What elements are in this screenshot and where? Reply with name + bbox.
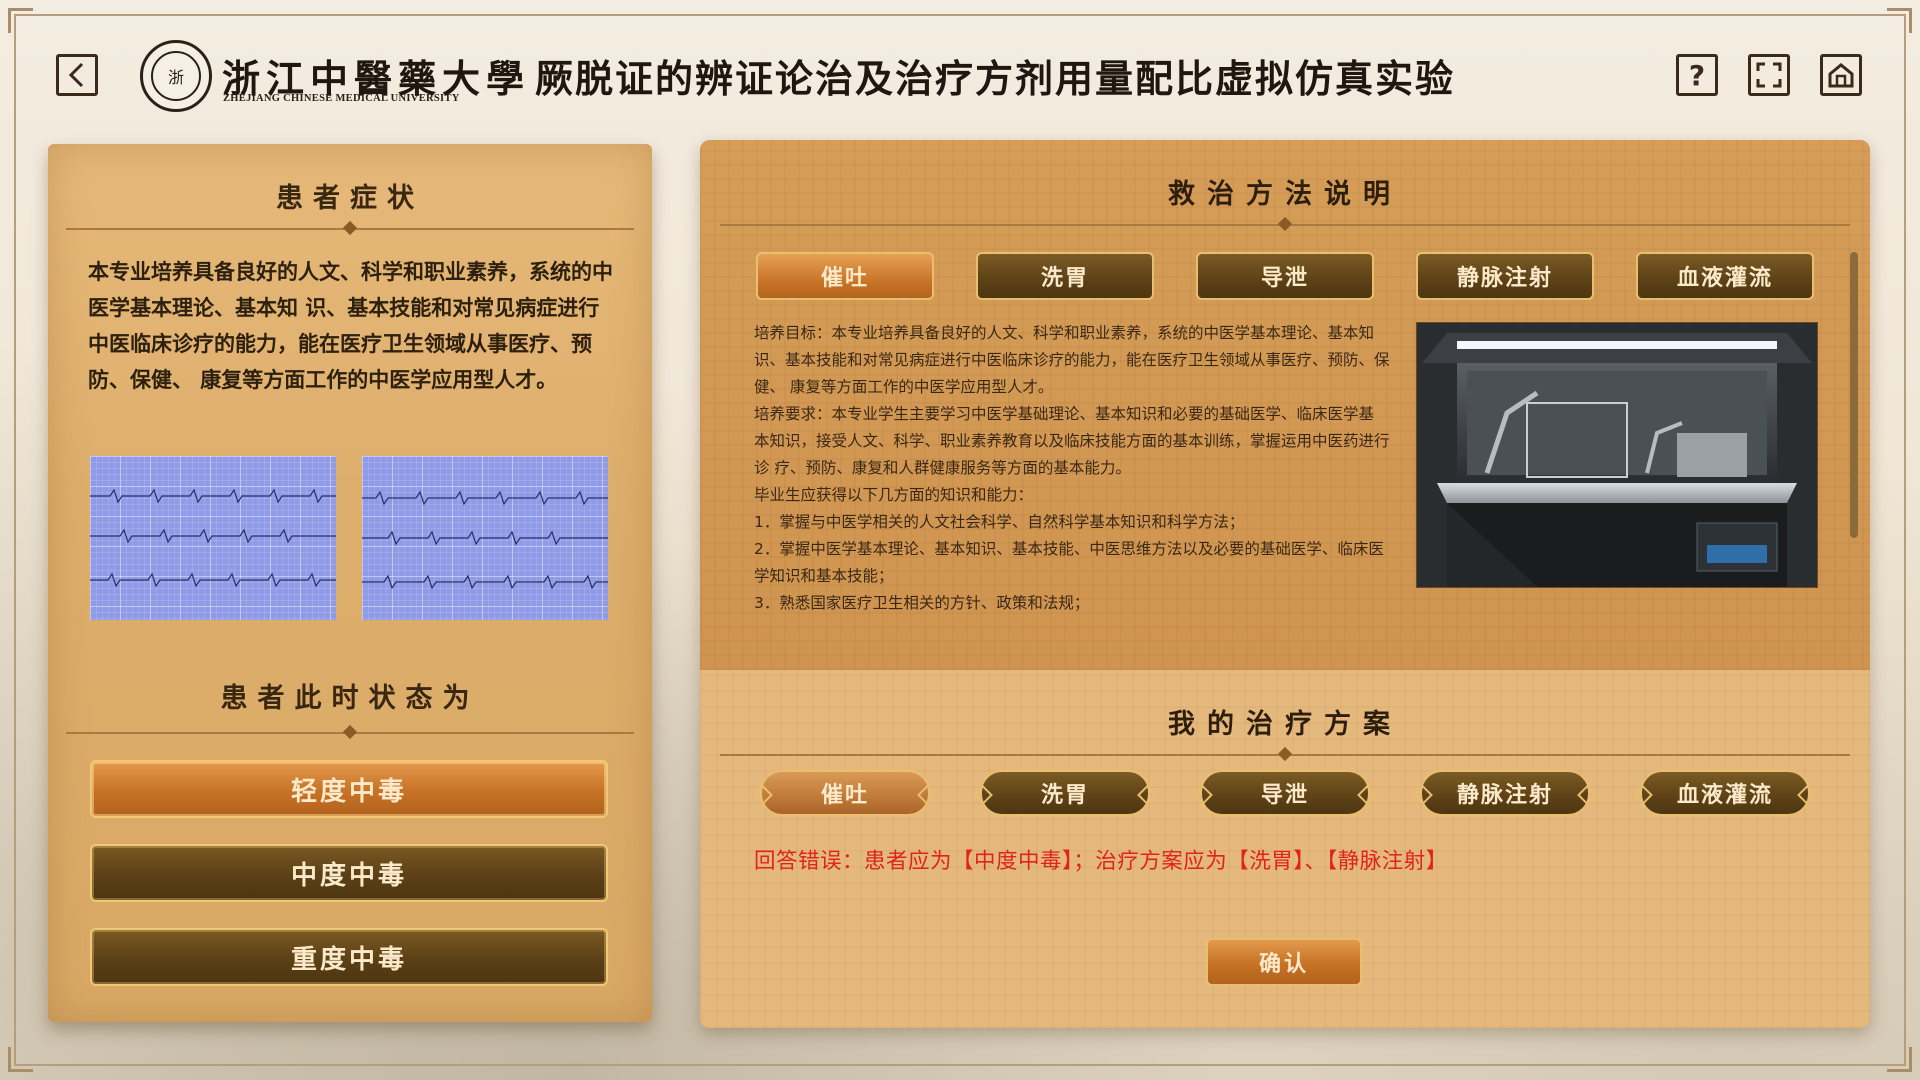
plan-option-hemoperfusion[interactable]: 血液灌流: [1633, 770, 1817, 816]
university-logo: 浙: [140, 40, 212, 112]
frame-corner: [8, 8, 33, 33]
status-option-mild[interactable]: 轻度中毒: [90, 760, 608, 818]
tab-hemoperfusion[interactable]: 血液灌流: [1636, 252, 1814, 300]
treatment-panel: 救治方法说明 催吐 洗胃 导泄 静脉注射 血液灌流 培养目标：本专业培养具备良好…: [700, 140, 1870, 1028]
description-paragraph: 培养目标：本专业培养具备良好的人文、科学和职业素养，系统的中医学基本理论、基本知…: [754, 324, 1390, 396]
plan-option-iv-injection[interactable]: 静脉注射: [1413, 770, 1597, 816]
plan-option-catharsis[interactable]: 导泄: [1193, 770, 1377, 816]
back-button[interactable]: [56, 54, 98, 96]
plan-option-label: 洗胃: [1040, 783, 1089, 808]
divider: [720, 216, 1850, 232]
plan-option-emesis[interactable]: 催吐: [753, 770, 937, 816]
ecg-image: [362, 456, 608, 620]
description-paragraph: 培养要求：本专业学生主要学习中医学基础理论、基本知识和必要的基础医学、临床医学基…: [754, 405, 1390, 477]
university-name-en: ZHEJIANG CHINESE MEDICAL UNIVERSITY: [223, 93, 460, 104]
confirm-button[interactable]: 确认: [1206, 938, 1362, 986]
help-icon: ?: [1688, 58, 1706, 92]
tab-iv-injection[interactable]: 静脉注射: [1416, 252, 1594, 300]
description-paragraph: 2．掌握中医学基本理论、基本知识、基本技能、中医思维方法以及必要的基础医学、临床…: [754, 540, 1384, 585]
home-icon: [1828, 63, 1854, 88]
frame-corner: [1887, 8, 1912, 33]
divider: [720, 746, 1850, 762]
frame-corner: [1887, 1047, 1912, 1072]
divider: [66, 220, 634, 236]
status-heading: 患者此时状态为: [220, 683, 480, 714]
tab-emesis[interactable]: 催吐: [756, 252, 934, 300]
tab-gastric-lavage[interactable]: 洗胃: [976, 252, 1154, 300]
status-option-moderate[interactable]: 中度中毒: [90, 844, 608, 902]
description-paragraph: 毕业生应获得以下几方面的知识和能力：: [754, 486, 1034, 504]
help-button[interactable]: ?: [1676, 54, 1718, 96]
plan-option-label: 静脉注射: [1456, 783, 1553, 808]
page-title: 厥脱证的辨证论治及治疗方剂用量配比虚拟仿真实验: [535, 56, 1456, 101]
status-option-severe[interactable]: 重度中毒: [90, 928, 608, 986]
lab-equipment-image: [1416, 322, 1818, 588]
plan-heading: 我的治疗方案: [1168, 709, 1402, 740]
methods-heading: 救治方法说明: [1168, 179, 1402, 210]
symptoms-text: 本专业培养具备良好的人文、科学和职业素养，系统的中医学基本理论、基本知 识、基本…: [88, 260, 613, 392]
plan-option-label: 催吐: [820, 783, 869, 808]
frame-corner: [8, 1047, 33, 1072]
plan-option-label: 导泄: [1260, 783, 1309, 808]
method-description: 培养目标：本专业培养具备良好的人文、科学和职业素养，系统的中医学基本理论、基本知…: [754, 320, 1394, 617]
symptoms-heading: 患者症状: [276, 183, 424, 214]
fullscreen-button[interactable]: [1748, 54, 1790, 96]
fullscreen-icon: [1756, 62, 1782, 88]
error-message: 回答错误：患者应为【中度中毒】；治疗方案应为【洗胃】、【静脉注射】: [754, 849, 1448, 874]
description-paragraph: 1．掌握与中医学相关的人文社会科学、自然科学基本知识和科学方法；: [754, 513, 1245, 531]
ecg-image: [90, 456, 336, 620]
plan-option-label: 血液灌流: [1676, 783, 1773, 808]
divider: [66, 724, 634, 740]
home-button[interactable]: [1820, 54, 1862, 96]
description-scrollbar[interactable]: [1850, 252, 1858, 538]
description-paragraph: 3．熟悉国家医疗卫生相关的方针、政策和法规；: [754, 594, 1090, 612]
title-separator: ·: [508, 58, 520, 99]
tab-catharsis[interactable]: 导泄: [1196, 252, 1374, 300]
patient-panel: 患者症状 本专业培养具备良好的人文、科学和职业素养，系统的中医学基本理论、基本知…: [48, 144, 652, 1022]
plan-option-gastric-lavage[interactable]: 洗胃: [973, 770, 1157, 816]
chevron-left-icon: [68, 62, 84, 88]
